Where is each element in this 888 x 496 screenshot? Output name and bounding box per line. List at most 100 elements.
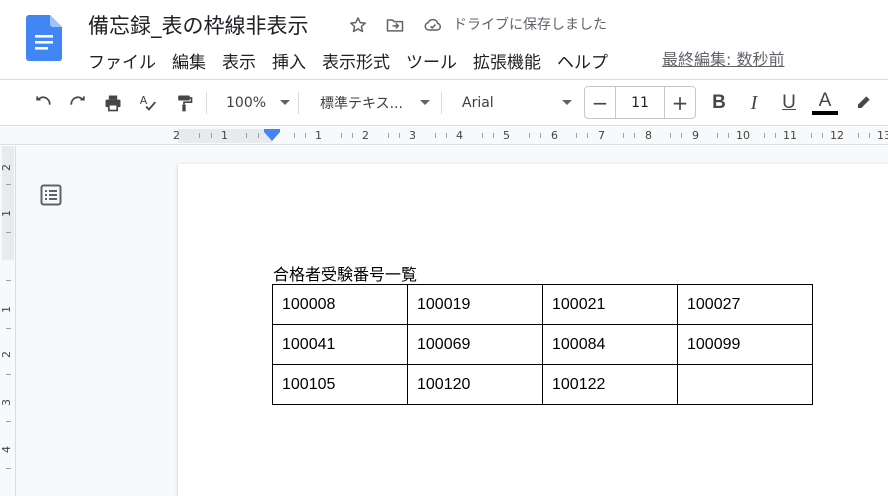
font-size-input[interactable]: 11 xyxy=(615,87,665,118)
menu-view[interactable]: 表示 xyxy=(214,46,264,75)
ruler-label: 3 xyxy=(409,129,416,142)
chevron-down-icon xyxy=(420,100,430,105)
print-icon[interactable] xyxy=(99,89,127,117)
table-cell[interactable]: 100019 xyxy=(407,284,543,325)
ruler-label: 4 xyxy=(0,446,13,453)
bold-icon[interactable]: B xyxy=(705,89,733,117)
ruler-tick xyxy=(352,133,353,138)
ruler-tick xyxy=(728,133,729,138)
font-value: Arial xyxy=(462,95,494,111)
ruler-tick xyxy=(6,328,11,329)
number-table[interactable]: 100008 100019 100021 100027 100041 10006… xyxy=(272,284,813,405)
ruler-label: 2 xyxy=(362,129,369,142)
ruler-tick xyxy=(775,133,776,138)
ruler-tick xyxy=(211,133,212,138)
font-size-stepper: − 11 + xyxy=(584,86,696,119)
chevron-down-icon xyxy=(562,100,572,105)
paint-format-icon[interactable] xyxy=(170,89,198,117)
table-cell[interactable]: 100099 xyxy=(677,324,813,365)
ruler-tick xyxy=(670,133,671,138)
ruler-tick xyxy=(529,133,530,138)
ruler-tick xyxy=(258,133,259,138)
table-cell[interactable]: 100084 xyxy=(542,324,678,365)
last-edit-link[interactable]: 最終編集: 数秒前 xyxy=(662,46,784,70)
ruler-tick xyxy=(717,133,718,138)
font-dropdown[interactable]: Arial xyxy=(462,89,572,117)
menu-edit[interactable]: 編集 xyxy=(164,46,214,75)
ruler-tick xyxy=(246,133,247,138)
header: 備忘録_表の枠線非表示 ドライブに保存しました ファイル 編集 表示 挿入 表示… xyxy=(0,0,888,80)
ruler-label: 9 xyxy=(692,129,699,142)
ruler-tick xyxy=(6,232,11,233)
table-cell[interactable]: 100122 xyxy=(542,364,678,405)
ruler-label: 2 xyxy=(0,351,13,358)
ruler-tick xyxy=(482,133,483,138)
zoom-dropdown[interactable]: 100% xyxy=(226,89,290,117)
toolbar-separator xyxy=(298,92,299,114)
menu-insert[interactable]: 挿入 xyxy=(264,46,314,75)
undo-icon[interactable] xyxy=(29,89,57,117)
spellcheck-icon[interactable]: A xyxy=(134,89,162,117)
ruler-tick xyxy=(435,133,436,138)
document-title[interactable]: 備忘録_表の枠線非表示 xyxy=(88,10,309,40)
ruler-label: 2 xyxy=(173,129,180,142)
left-indent-handle[interactable] xyxy=(264,132,280,141)
ruler-label: 12 xyxy=(830,129,844,142)
table-cell[interactable]: 100105 xyxy=(272,364,408,405)
move-folder-icon[interactable] xyxy=(383,13,407,37)
cloud-done-icon[interactable] xyxy=(421,13,445,37)
menu-help[interactable]: ヘルプ xyxy=(549,46,616,75)
menu-extensions[interactable]: 拡張機能 xyxy=(465,46,549,75)
save-status: ドライブに保存しました xyxy=(453,17,607,33)
italic-icon[interactable]: I xyxy=(740,89,768,117)
table-cell[interactable]: 100021 xyxy=(542,284,678,325)
toolbar-separator xyxy=(441,92,442,114)
ruler-tick xyxy=(858,133,859,138)
zoom-value: 100% xyxy=(226,95,267,111)
paragraph-style-dropdown[interactable]: 標準テキス... xyxy=(320,89,430,117)
horizontal-ruler[interactable]: 2 1 1 2 3 4 5 6 7 8 9 10 11 12 13 xyxy=(0,127,888,145)
google-docs-window: 備忘録_表の枠線非表示 ドライブに保存しました ファイル 編集 表示 挿入 表示… xyxy=(0,0,888,496)
ruler-tick xyxy=(493,133,494,138)
menu-tools[interactable]: ツール xyxy=(398,46,465,75)
ruler-tick xyxy=(305,133,306,138)
table-cell[interactable]: 100008 xyxy=(272,284,408,325)
ruler-tick xyxy=(822,133,823,138)
star-icon[interactable] xyxy=(346,13,370,37)
ruler-label: 4 xyxy=(456,129,463,142)
font-size-increase-button[interactable]: + xyxy=(665,87,695,118)
ruler-tick xyxy=(294,133,295,138)
ruler-tick xyxy=(634,133,635,138)
docs-logo-icon[interactable] xyxy=(26,15,62,61)
toolbar: A 100% 標準テキス... Arial B I U A xyxy=(0,80,888,126)
table-row: 100105 100120 100122 xyxy=(272,364,813,405)
table-cell[interactable]: 100069 xyxy=(407,324,543,365)
redo-icon[interactable] xyxy=(64,89,92,117)
ruler-tick xyxy=(587,133,588,138)
table-cell[interactable] xyxy=(677,364,813,405)
ruler-tick xyxy=(388,133,389,138)
table-row: 100008 100019 100021 100027 xyxy=(272,284,813,325)
ruler-label: 1 xyxy=(315,129,322,142)
ruler-label: 1 xyxy=(0,210,13,217)
menu-file[interactable]: ファイル xyxy=(80,46,164,75)
highlight-icon[interactable] xyxy=(849,89,877,117)
text-color-icon[interactable]: A xyxy=(811,89,839,117)
ruler-tick xyxy=(399,133,400,138)
ruler-tick xyxy=(6,280,11,281)
document-outline-icon[interactable] xyxy=(38,182,64,208)
ruler-tick xyxy=(623,133,624,138)
ruler-label: 10 xyxy=(736,129,750,142)
table-cell[interactable]: 100120 xyxy=(407,364,543,405)
ruler-label: 8 xyxy=(645,129,652,142)
underline-icon[interactable]: U xyxy=(775,89,803,117)
ruler-tick xyxy=(6,184,11,185)
table-cell[interactable]: 100027 xyxy=(677,284,813,325)
menu-format[interactable]: 表示形式 xyxy=(314,46,398,75)
paragraph-style-value: 標準テキス... xyxy=(320,96,403,112)
table-heading[interactable]: 合格者受験番号一覧 xyxy=(273,261,417,285)
ruler-tick xyxy=(6,374,11,375)
vertical-ruler[interactable]: 2 1 1 2 3 4 xyxy=(0,146,16,496)
font-size-decrease-button[interactable]: − xyxy=(585,87,615,118)
table-cell[interactable]: 100041 xyxy=(272,324,408,365)
